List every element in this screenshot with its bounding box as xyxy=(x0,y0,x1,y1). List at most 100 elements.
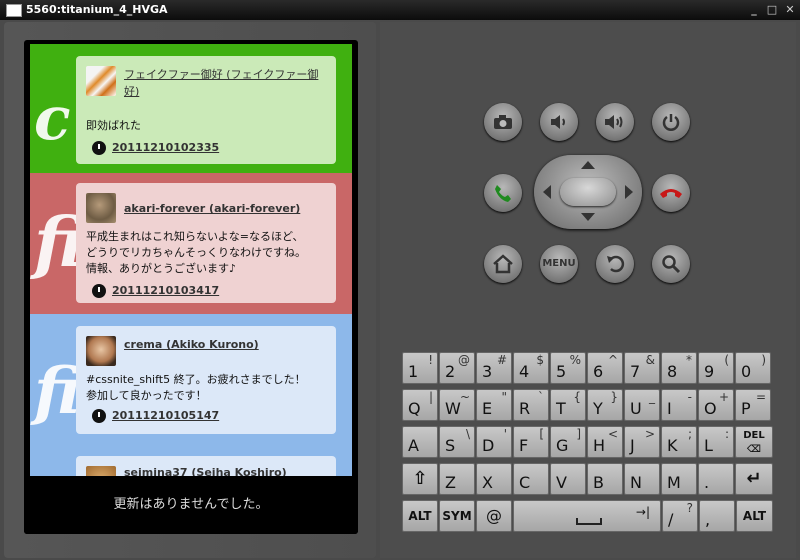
key-t[interactable]: T{ xyxy=(550,389,586,421)
timestamp-text[interactable]: 20111210105147 xyxy=(112,409,219,422)
key-u[interactable]: U _ xyxy=(624,389,660,421)
camera-button[interactable] xyxy=(484,103,522,141)
tweet-card[interactable]: akari-forever (akari-forever) 平成生まれはこれ知ら… xyxy=(76,183,336,303)
key-4[interactable]: 4 $ xyxy=(513,352,549,384)
back-button[interactable] xyxy=(596,245,634,283)
tweet-card[interactable]: フェイクファー御好 (フェイクファー御好) 即効ばれた 201112101023… xyxy=(76,56,336,164)
slash-key[interactable]: / ? xyxy=(662,500,698,532)
key-e[interactable]: E " xyxy=(476,389,512,421)
avatar[interactable] xyxy=(86,66,116,96)
alt-label: ALT xyxy=(408,509,432,523)
volume-down-button[interactable] xyxy=(540,103,578,141)
key-s[interactable]: S \ xyxy=(439,426,475,458)
delete-key[interactable]: DEL ⌫ xyxy=(735,426,773,458)
timestamp-text[interactable]: 20111210103417 xyxy=(112,284,219,297)
key-c[interactable]: C xyxy=(513,463,549,495)
key-n[interactable]: N xyxy=(624,463,660,495)
key-v[interactable]: V xyxy=(550,463,586,495)
search-button[interactable] xyxy=(652,245,690,283)
key-y[interactable]: Y} xyxy=(587,389,623,421)
key-i[interactable]: I- xyxy=(661,389,697,421)
key-alt: * xyxy=(686,353,692,367)
key-m[interactable]: M xyxy=(661,463,697,495)
timestamp-text[interactable]: 20111210102335 xyxy=(112,141,219,154)
tweet-username[interactable]: crema (Akiko Kurono) xyxy=(124,336,330,353)
minimize-button[interactable]: _ xyxy=(747,3,761,16)
key-main: 6 xyxy=(593,362,604,381)
dpad[interactable] xyxy=(534,155,642,229)
space-icon xyxy=(576,518,602,525)
key-alt: = xyxy=(755,390,766,404)
key-h[interactable]: H < xyxy=(587,426,623,458)
key-x[interactable]: X xyxy=(476,463,512,495)
end-call-button[interactable] xyxy=(652,174,690,212)
dpad-right-icon[interactable] xyxy=(625,185,633,199)
key-main: 9 xyxy=(704,362,715,381)
avatar[interactable] xyxy=(86,466,116,476)
close-button[interactable]: ✕ xyxy=(783,3,797,16)
volume-up-button[interactable] xyxy=(596,103,634,141)
key-main: 8 xyxy=(667,362,678,381)
key-r[interactable]: R ` xyxy=(513,389,549,421)
home-button[interactable] xyxy=(484,245,522,283)
key-period[interactable]: . xyxy=(698,463,734,495)
key-main: Y xyxy=(593,399,603,418)
key-w[interactable]: W ~ xyxy=(439,389,475,421)
maximize-button[interactable]: □ xyxy=(765,3,779,16)
sym-key[interactable]: SYM xyxy=(439,500,475,532)
key-2[interactable]: 2 @ xyxy=(439,352,475,384)
key-j[interactable]: J > xyxy=(624,426,660,458)
key-l[interactable]: L: xyxy=(698,426,734,458)
dpad-center-button[interactable] xyxy=(560,178,616,206)
key-d[interactable]: D ' xyxy=(476,426,512,458)
key-main: R xyxy=(519,399,531,418)
key-0[interactable]: 0) xyxy=(735,352,771,384)
power-button[interactable] xyxy=(652,103,690,141)
alt-key-right[interactable]: ALT xyxy=(736,500,773,532)
avatar[interactable] xyxy=(86,336,116,366)
dpad-down-icon[interactable] xyxy=(581,213,595,221)
key-8[interactable]: 8 * xyxy=(661,352,697,384)
key-f[interactable]: F[ xyxy=(513,426,549,458)
menu-button[interactable]: MENU xyxy=(540,245,578,283)
key-p[interactable]: P = xyxy=(735,389,771,421)
key-g[interactable]: G] xyxy=(550,426,586,458)
alt-key-left[interactable]: ALT xyxy=(402,500,438,532)
comma-key[interactable]: , xyxy=(699,500,735,532)
device-screen: c フェイクファー御好 (フェイクファー御好) 即効ばれた 2011121010… xyxy=(24,40,358,534)
key-z[interactable]: Z xyxy=(439,463,475,495)
key-3[interactable]: 3 # xyxy=(476,352,512,384)
key-a[interactable]: A xyxy=(402,426,438,458)
key-7[interactable]: 7 & xyxy=(624,352,660,384)
shift-key[interactable]: ⇧ xyxy=(402,463,438,495)
key-q[interactable]: Q | xyxy=(402,389,438,421)
key-9[interactable]: 9( xyxy=(698,352,734,384)
tweet-card[interactable]: seimina37 (Seiha Koshiro) xyxy=(76,456,336,476)
tweet-card[interactable]: crema (Akiko Kurono) #cssnite_shift5 終了。… xyxy=(76,326,336,434)
key-k[interactable]: K; xyxy=(661,426,697,458)
key-alt: _ xyxy=(649,390,655,404)
tab-icon: →| xyxy=(635,505,650,519)
key-main: V xyxy=(556,473,567,492)
key-main: S xyxy=(445,436,456,455)
avatar[interactable] xyxy=(86,193,116,223)
key-5[interactable]: 5% xyxy=(550,352,586,384)
key-b[interactable]: B xyxy=(587,463,623,495)
decorative-glyph: c xyxy=(34,84,71,154)
key-main: W xyxy=(445,399,461,418)
timeline-band: fi crema (Akiko Kurono) #cssnite_shift5 … xyxy=(30,314,352,476)
tweet-username[interactable]: seimina37 (Seiha Koshiro) xyxy=(124,464,330,476)
key-o[interactable]: O + xyxy=(698,389,734,421)
enter-key[interactable]: ↵ xyxy=(735,463,773,495)
key-1[interactable]: 1! xyxy=(402,352,438,384)
dpad-up-icon[interactable] xyxy=(581,161,595,169)
tweet-username[interactable]: フェイクファー御好 (フェイクファー御好) xyxy=(124,66,330,100)
dpad-left-icon[interactable] xyxy=(543,185,551,199)
key-6[interactable]: 6 ^ xyxy=(587,352,623,384)
space-key[interactable]: →| xyxy=(513,500,661,532)
call-button[interactable] xyxy=(484,174,522,212)
key-alt: : xyxy=(724,427,729,441)
at-key[interactable]: @ xyxy=(476,500,512,532)
volume-up-icon xyxy=(605,115,623,129)
tweet-username[interactable]: akari-forever (akari-forever) xyxy=(124,200,330,217)
